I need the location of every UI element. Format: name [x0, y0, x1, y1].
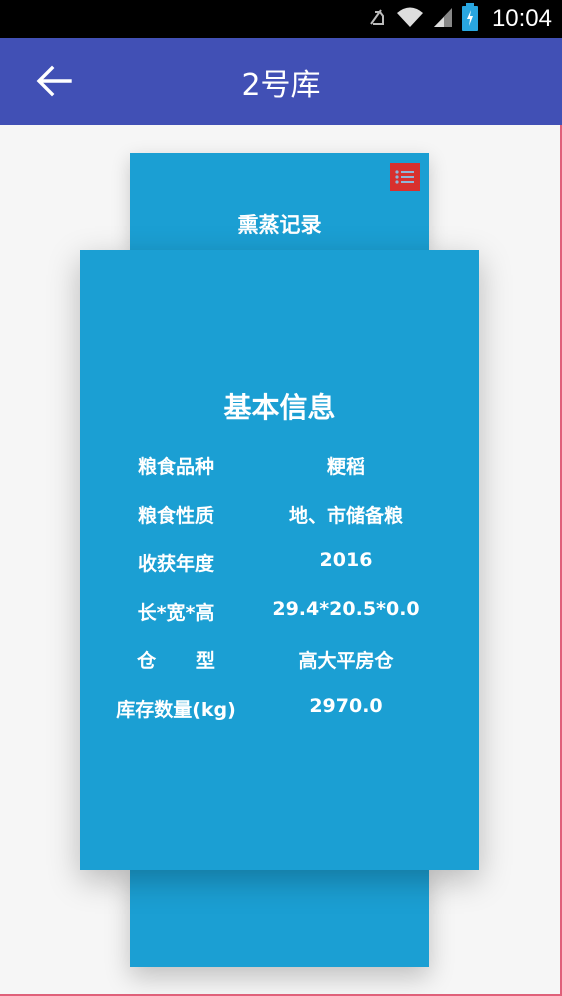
status-time: 10:04 — [491, 5, 552, 32]
list-menu-button[interactable] — [390, 163, 420, 191]
fumigation-record-card[interactable]: 熏蒸记录 — [130, 153, 429, 253]
info-label: 粮食品种 — [137, 456, 214, 478]
wifi-icon — [396, 5, 424, 33]
basic-info-title: 基本信息 — [223, 391, 336, 424]
battery-charging-icon — [461, 3, 478, 35]
stacked-card-bottom[interactable] — [130, 862, 429, 967]
info-value: 2970.0 — [309, 695, 383, 717]
info-value: 粳稻 — [326, 456, 365, 478]
list-icon — [390, 170, 420, 195]
card-title: 熏蒸记录 — [237, 213, 322, 237]
status-icons: 10:04 — [366, 0, 552, 38]
info-label: 库存数量(kg) — [116, 699, 236, 721]
basic-info-card[interactable]: 基本信息 粮食品种 粳稻 粮食性质 地、市储备粮 收获年度 2016 长*宽*高… — [80, 250, 479, 870]
info-row: 仓 型 高大平房仓 — [80, 646, 479, 680]
info-value: 地、市储备粮 — [288, 505, 403, 527]
info-value: 29.4*20.5*0.0 — [272, 598, 420, 620]
info-row: 长*宽*高 29.4*20.5*0.0 — [80, 598, 479, 632]
status-bar: 10:04 — [0, 0, 562, 38]
info-label: 长*宽*高 — [137, 602, 215, 624]
info-row: 库存数量(kg) 2970.0 — [80, 695, 479, 729]
no-sim-icon — [366, 6, 388, 32]
info-row: 粮食品种 粳稻 — [80, 452, 479, 486]
info-label: 仓 型 — [137, 650, 215, 672]
info-value: 高大平房仓 — [298, 650, 394, 672]
info-value: 2016 — [319, 549, 373, 571]
signal-icon — [432, 5, 454, 33]
info-row: 粮食性质 地、市储备粮 — [80, 501, 479, 535]
page-title: 2号库 — [241, 68, 321, 103]
info-row: 收获年度 2016 — [80, 549, 479, 583]
app-bar: 2号库 — [0, 38, 562, 125]
info-label: 收获年度 — [137, 553, 214, 575]
info-label: 粮食性质 — [137, 505, 214, 527]
